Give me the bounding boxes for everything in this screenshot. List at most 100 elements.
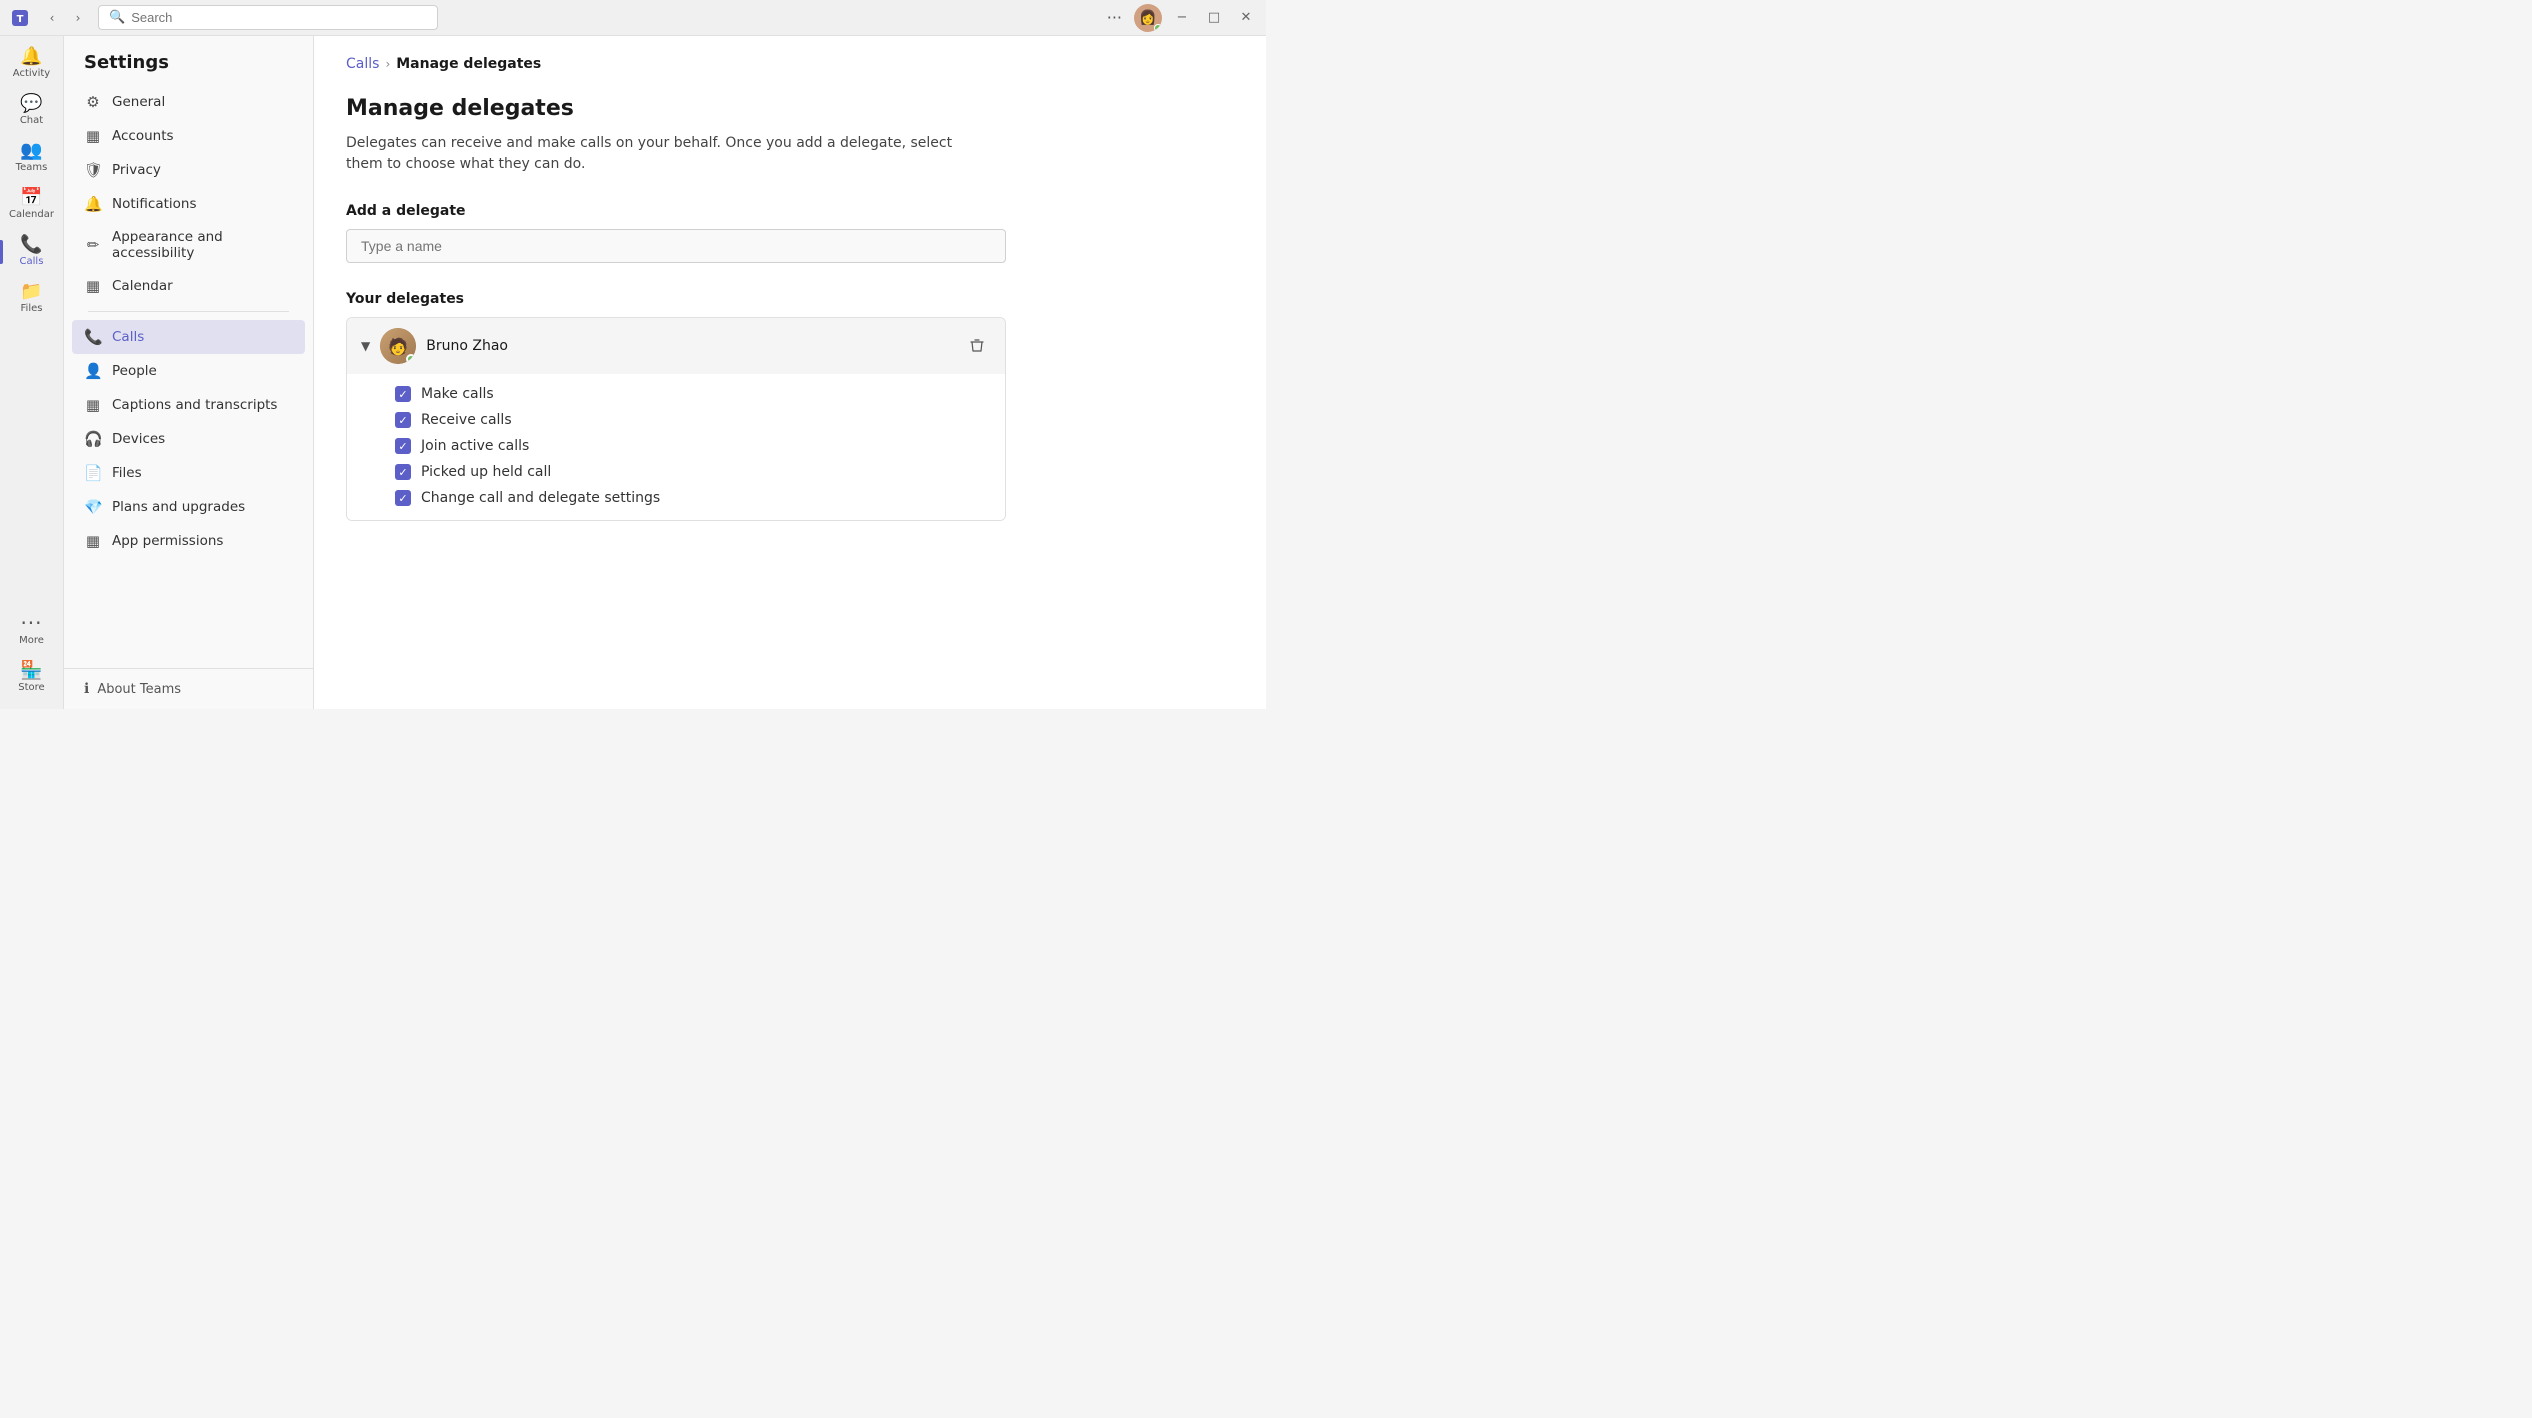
- settings-menu-general[interactable]: ⚙ General: [72, 85, 305, 119]
- captions-icon: ▦: [84, 396, 102, 414]
- settings-menu-calendar[interactable]: ▦ Calendar: [72, 269, 305, 303]
- sidebar-item-files[interactable]: 📁 Files: [0, 275, 64, 322]
- your-delegates-section-title: Your delegates: [346, 291, 1234, 307]
- settings-sidebar: Settings ⚙ General ▦ Accounts 🛡 Privacy …: [64, 36, 314, 709]
- permission-make-calls: Make calls: [395, 386, 985, 402]
- change-settings-checkbox[interactable]: [395, 490, 411, 506]
- calendar-settings-icon: ▦: [84, 277, 102, 295]
- delegate-delete-button[interactable]: [963, 332, 991, 360]
- page-description: Delegates can receive and make calls on …: [346, 133, 986, 175]
- permission-change-settings: Change call and delegate settings: [395, 490, 985, 506]
- content-area: Manage delegates Delegates can receive a…: [314, 72, 1266, 709]
- minimize-button[interactable]: −: [1170, 6, 1194, 30]
- settings-menu-apppermissions[interactable]: ▦ App permissions: [72, 524, 305, 558]
- sidebar-item-teams[interactable]: 👥 Teams: [0, 134, 64, 181]
- calls-settings-icon: 📞: [84, 328, 102, 346]
- calendar-label: Calendar: [9, 209, 54, 220]
- permission-receive-calls: Receive calls: [395, 412, 985, 428]
- maximize-button[interactable]: □: [1202, 6, 1226, 30]
- general-icon: ⚙: [84, 93, 102, 111]
- app-body: 🔔 Activity 💬 Chat 👥 Teams 📅 Calendar 📞 C…: [0, 36, 1266, 709]
- about-label: About Teams: [97, 682, 181, 697]
- permission-pickup-held: Picked up held call: [395, 464, 985, 480]
- apppermissions-icon: ▦: [84, 532, 102, 550]
- settings-menu-notifications[interactable]: 🔔 Notifications: [72, 187, 305, 221]
- apppermissions-label: App permissions: [112, 533, 223, 549]
- settings-menu-files[interactable]: 📄 Files: [72, 456, 305, 490]
- activity-icon: 🔔: [20, 48, 42, 66]
- about-icon: ℹ: [84, 681, 89, 697]
- sidebar-item-activity[interactable]: 🔔 Activity: [0, 40, 64, 87]
- sidebar-item-store[interactable]: 🏪 Store: [0, 654, 64, 701]
- accounts-label: Accounts: [112, 128, 174, 144]
- captions-label: Captions and transcripts: [112, 397, 277, 413]
- settings-menu-appearance[interactable]: ✏ Appearance and accessibility: [72, 221, 305, 269]
- people-settings-icon: 👤: [84, 362, 102, 380]
- delegate-expand-chevron[interactable]: ▼: [361, 339, 370, 353]
- avatar-status-indicator: [1154, 24, 1162, 32]
- search-bar[interactable]: 🔍: [98, 5, 438, 30]
- nav-arrows: ‹ ›: [40, 6, 90, 30]
- notifications-icon: 🔔: [84, 195, 102, 213]
- search-input[interactable]: [131, 10, 427, 25]
- delegate-permissions: Make calls Receive calls Join active cal…: [347, 374, 1005, 520]
- more-label: More: [19, 635, 44, 646]
- back-button[interactable]: ‹: [40, 6, 64, 30]
- chat-label: Chat: [20, 115, 43, 126]
- make-calls-label: Make calls: [421, 386, 494, 402]
- sidebar-item-calendar[interactable]: 📅 Calendar: [0, 181, 64, 228]
- breadcrumb-parent-link[interactable]: Calls: [346, 56, 379, 72]
- calls-icon: 📞: [20, 236, 42, 254]
- delegate-avatar: 🧑: [380, 328, 416, 364]
- files-settings-label: Files: [112, 465, 142, 481]
- teams-logo-icon: T: [8, 6, 32, 30]
- sidebar-item-more[interactable]: ··· More: [0, 605, 64, 654]
- accounts-icon: ▦: [84, 127, 102, 145]
- add-delegate-input[interactable]: [346, 229, 1006, 263]
- settings-menu-people[interactable]: 👤 People: [72, 354, 305, 388]
- more-icon: ···: [20, 613, 42, 633]
- more-options-button[interactable]: ···: [1103, 6, 1126, 29]
- pickup-held-checkbox[interactable]: [395, 464, 411, 480]
- settings-menu: ⚙ General ▦ Accounts 🛡 Privacy 🔔 Notific…: [64, 85, 313, 668]
- devices-label: Devices: [112, 431, 165, 447]
- calendar-settings-label: Calendar: [112, 278, 173, 294]
- permission-join-active: Join active calls: [395, 438, 985, 454]
- settings-menu-accounts[interactable]: ▦ Accounts: [72, 119, 305, 153]
- title-bar-left: T ‹ › 🔍: [8, 5, 438, 30]
- close-button[interactable]: ✕: [1234, 6, 1258, 30]
- chat-icon: 💬: [20, 95, 42, 113]
- settings-menu-calls[interactable]: 📞 Calls: [72, 320, 305, 354]
- svg-text:T: T: [17, 14, 24, 25]
- settings-menu-devices[interactable]: 🎧 Devices: [72, 422, 305, 456]
- teams-label: Teams: [16, 162, 48, 173]
- settings-menu-captions[interactable]: ▦ Captions and transcripts: [72, 388, 305, 422]
- notifications-label: Notifications: [112, 196, 197, 212]
- forward-button[interactable]: ›: [66, 6, 90, 30]
- delegate-name: Bruno Zhao: [426, 338, 953, 354]
- user-avatar-button[interactable]: 👩: [1134, 4, 1162, 32]
- settings-menu-plans[interactable]: 💎 Plans and upgrades: [72, 490, 305, 524]
- receive-calls-checkbox[interactable]: [395, 412, 411, 428]
- settings-title: Settings: [64, 36, 313, 85]
- calls-settings-label: Calls: [112, 329, 144, 345]
- breadcrumb-separator: ›: [385, 57, 390, 71]
- activity-label: Activity: [13, 68, 50, 79]
- breadcrumb: Calls › Manage delegates: [314, 36, 1266, 72]
- settings-menu-privacy[interactable]: 🛡 Privacy: [72, 153, 305, 187]
- sidebar-item-chat[interactable]: 💬 Chat: [0, 87, 64, 134]
- pickup-held-label: Picked up held call: [421, 464, 551, 480]
- join-active-checkbox[interactable]: [395, 438, 411, 454]
- title-bar: T ‹ › 🔍 ··· 👩 − □ ✕: [0, 0, 1266, 36]
- about-teams-item[interactable]: ℹ About Teams: [64, 668, 313, 709]
- files-settings-icon: 📄: [84, 464, 102, 482]
- sidebar-item-calls[interactable]: 📞 Calls: [0, 228, 64, 275]
- breadcrumb-current: Manage delegates: [396, 56, 541, 72]
- store-label: Store: [18, 682, 44, 693]
- title-bar-right: ··· 👩 − □ ✕: [1103, 4, 1258, 32]
- store-icon: 🏪: [20, 662, 42, 680]
- make-calls-checkbox[interactable]: [395, 386, 411, 402]
- general-label: General: [112, 94, 165, 110]
- files-label: Files: [21, 303, 43, 314]
- receive-calls-label: Receive calls: [421, 412, 512, 428]
